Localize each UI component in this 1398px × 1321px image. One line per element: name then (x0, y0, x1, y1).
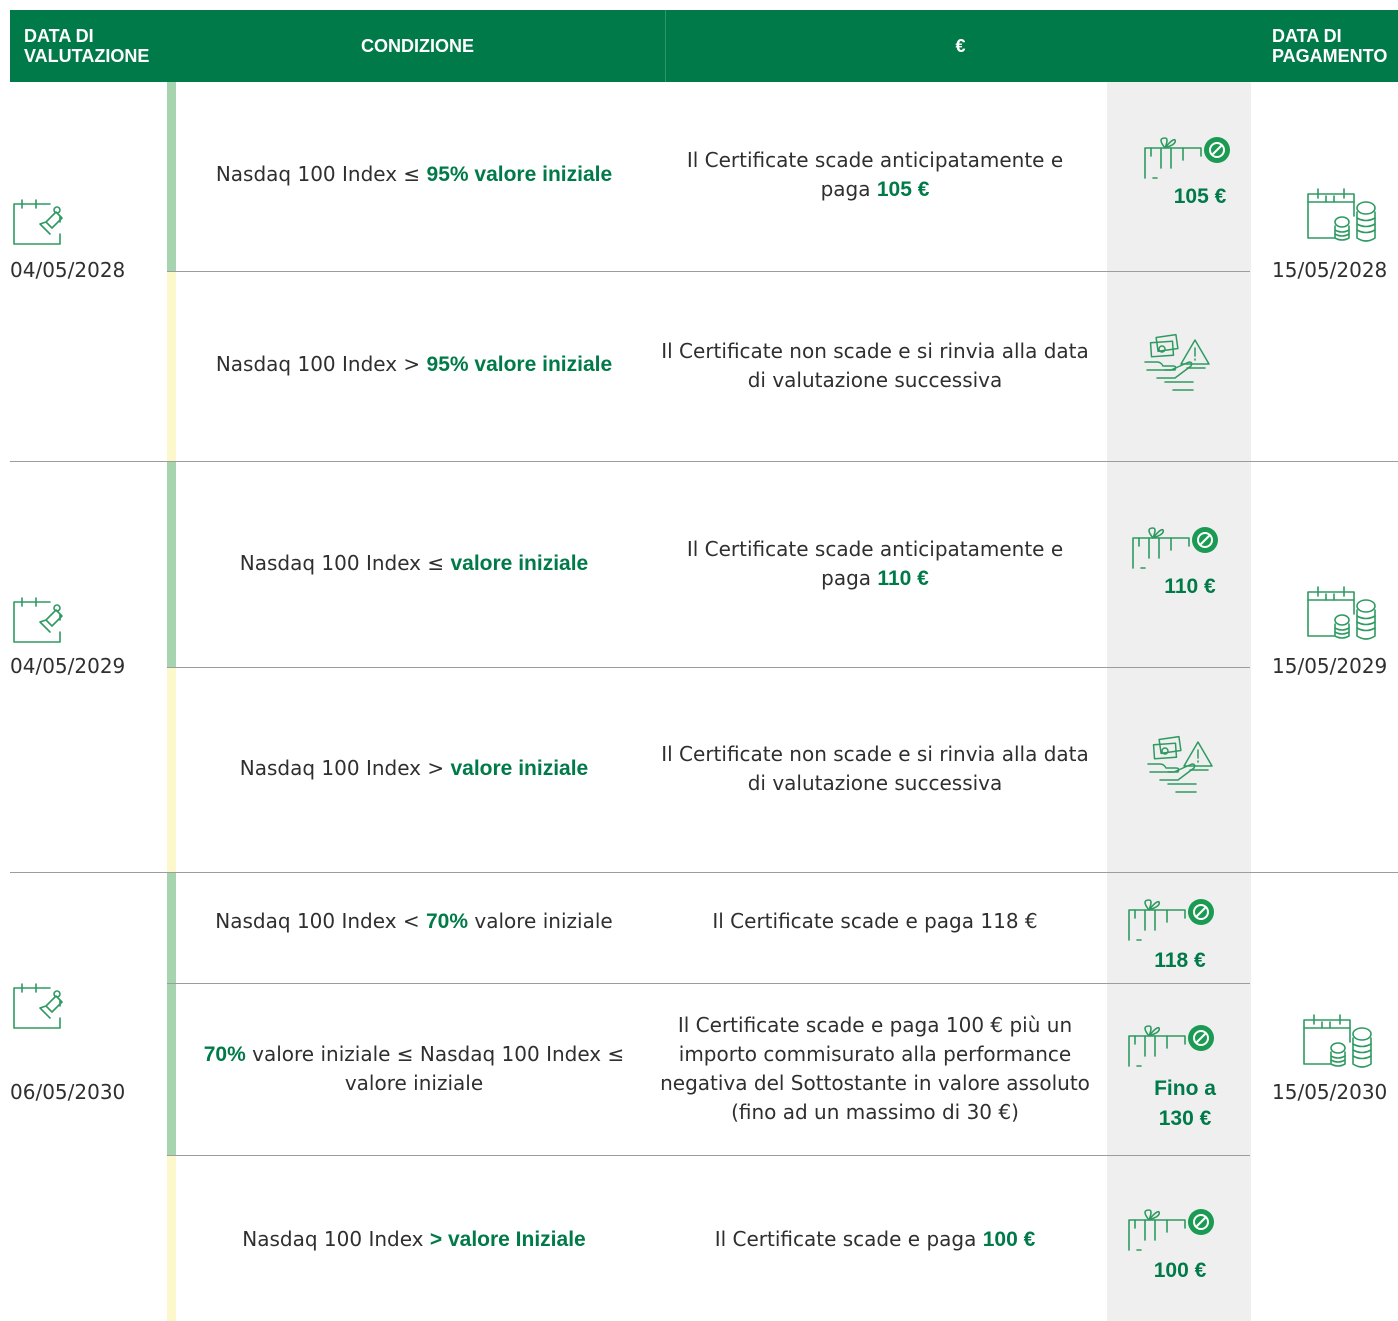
gift-check-icon (1128, 1208, 1215, 1251)
condition-text: Nasdaq 100 Index ≤ 95% valore iniziale (176, 160, 652, 189)
condition-prefix: Nasdaq 100 Index < (215, 909, 426, 933)
payout-amount: 118 € (1154, 949, 1206, 972)
condition-threshold: 70% (426, 910, 469, 933)
green-bar (167, 872, 176, 1155)
payment-date: 15/05/2030 (1272, 1080, 1388, 1104)
condition-threshold: valore iniziale (450, 552, 589, 575)
condition-threshold: > valore Iniziale (429, 1228, 586, 1251)
calendar-pin-icon (13, 199, 63, 245)
outcome-text: Il Certificate non scade e si rinvia all… (661, 339, 1089, 392)
gift-check-icon (1132, 526, 1219, 569)
condition-text: 70% valore iniziale ≤ Nasdaq 100 Index ≤… (176, 1040, 652, 1097)
outcome-text: Il Certificate non scade e si rinvia all… (661, 742, 1089, 795)
yellow-bar (167, 272, 176, 462)
condition-prefix: Nasdaq 100 Index ≤ (215, 162, 427, 186)
payout-amount-prefix: Fino a (1154, 1077, 1216, 1100)
outcome-text: Il Certificate scade anticipatamente e p… (660, 535, 1090, 593)
condition-prefix: Nasdaq 100 Index > (215, 352, 427, 376)
header-valuation-date: DATA DI VALUTAZIONE (24, 26, 150, 66)
row-divider (167, 1155, 1250, 1156)
outcome-prefix: Il Certificate scade e paga (714, 1227, 983, 1251)
yellow-bar (167, 668, 176, 872)
outcome-amount: 100 € (982, 1228, 1036, 1251)
green-bar (167, 82, 176, 272)
outcome-prefix: Il Certificate scade anticipatamente e p… (686, 148, 1064, 201)
calendar-pin-icon (13, 983, 63, 1029)
condition-prefix: Nasdaq 100 Index ≤ (239, 551, 451, 575)
condition-text: Nasdaq 100 Index > valore iniziale (176, 754, 652, 783)
condition-threshold: 95% valore iniziale (426, 353, 613, 376)
condition-text: Nasdaq 100 Index < 70% valore iniziale (176, 907, 652, 936)
outcome-text: Il Certificate scade e paga 100 € (660, 1225, 1090, 1254)
condition-suffix: valore iniziale ≤ Nasdaq 100 Index ≤ val… (245, 1042, 625, 1095)
header-condition: CONDIZIONE (360, 36, 474, 56)
payout-amount: 100 € (1153, 1259, 1207, 1282)
valuation-date: 06/05/2030 (10, 1080, 126, 1104)
green-bar (167, 462, 176, 668)
condition-suffix: valore iniziale (468, 909, 613, 933)
hand-money-warning-icon (1144, 333, 1210, 391)
outcome-amount: 105 € (876, 178, 930, 201)
payment-date: 15/05/2028 (1272, 258, 1388, 282)
header-euro: € (665, 10, 1255, 82)
calendar-coins-icon (1307, 586, 1376, 640)
row-divider (167, 983, 1250, 984)
yellow-bar (167, 1155, 176, 1321)
calendar-pin-icon (13, 597, 63, 643)
gift-check-icon (1128, 1024, 1215, 1067)
table-header: DATA DI VALUTAZIONE CONDIZIONE € DATA DI… (10, 10, 1398, 82)
period-divider (10, 872, 1398, 873)
condition-threshold: valore iniziale (450, 757, 589, 780)
condition-prefix: Nasdaq 100 Index > (239, 756, 451, 780)
payout-amount: 105 € (1173, 185, 1227, 208)
outcome-text: Il Certificate scade e paga 118 € (712, 909, 1038, 933)
period-divider (10, 461, 1398, 462)
condition-prefix: Nasdaq 100 Index (242, 1227, 430, 1251)
gift-check-icon (1144, 136, 1231, 179)
condition-text: Nasdaq 100 Index > 95% valore iniziale (176, 350, 652, 379)
valuation-date: 04/05/2028 (10, 258, 126, 282)
header-payment-date: DATA DI PAGAMENTO (1272, 26, 1388, 66)
hand-money-warning-icon (1147, 735, 1213, 793)
calendar-coins-icon (1307, 188, 1376, 242)
payout-amount-value: 130 € (1158, 1107, 1212, 1130)
row-divider (167, 667, 1250, 668)
outcome-prefix: Il Certificate scade anticipatamente e p… (686, 537, 1064, 590)
condition-text: Nasdaq 100 Index > valore Iniziale (176, 1225, 652, 1254)
calendar-coins-icon (1303, 1014, 1372, 1068)
outcome-amount: 110 € (877, 567, 929, 590)
condition-threshold: 95% valore iniziale (426, 163, 613, 186)
amount-column (1107, 82, 1251, 1321)
valuation-date: 04/05/2029 (10, 654, 126, 678)
condition-text: Nasdaq 100 Index ≤ valore iniziale (176, 549, 652, 578)
outcome-text: Il Certificate scade e paga 100 € più un… (660, 1013, 1090, 1124)
payment-date: 15/05/2029 (1272, 654, 1388, 678)
payout-amount: 110 € (1164, 575, 1216, 598)
outcome-text: Il Certificate scade anticipatamente e p… (660, 146, 1090, 204)
condition-threshold: 70% (203, 1043, 246, 1066)
row-divider (167, 271, 1250, 272)
gift-check-icon (1128, 898, 1215, 941)
payout-amount: Fino a 130 € (1135, 1074, 1235, 1134)
